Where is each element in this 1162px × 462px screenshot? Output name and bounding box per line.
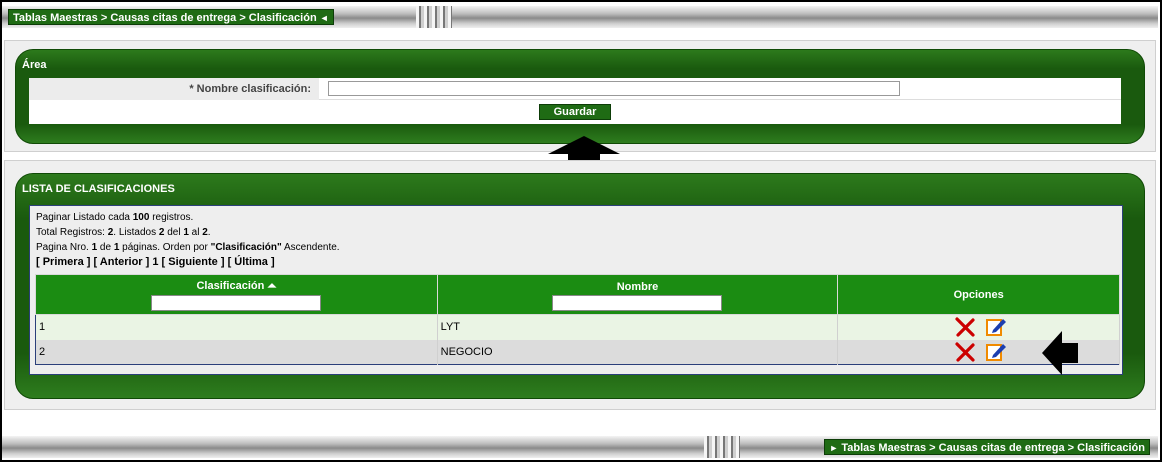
breadcrumb-top[interactable]: Tablas Maestras > Causas citas de entreg… <box>8 9 334 25</box>
bottom-toolbar: ► Tablas Maestras > Causas citas de entr… <box>2 436 1158 458</box>
lista-panel: LISTA DE CLASIFICACIONES Paginar Listado… <box>4 160 1156 410</box>
list-container: Paginar Listado cada 100 registros. Tota… <box>29 205 1123 375</box>
column-nombre[interactable]: Nombre <box>436 274 839 315</box>
table-header-row: Clasificación ⏶ Nombre Opciones <box>35 274 1120 315</box>
column-opciones-label: Opciones <box>953 288 1004 301</box>
cell-clasificacion: 1 <box>35 314 438 340</box>
table-row: 1 LYT <box>35 314 1120 340</box>
area-title: Área <box>22 59 47 71</box>
table-row: 2 NEGOCIO <box>35 339 1120 365</box>
info-line-3: Pagina Nro. 1 de 1 páginas. Orden por "C… <box>36 240 340 255</box>
info-text: . Listados <box>113 227 159 238</box>
cell-nombre: LYT <box>437 314 839 340</box>
area-form: * Nombre clasificación: Guardar <box>29 78 1121 124</box>
edit-icon[interactable] <box>985 317 1007 337</box>
arrow-left-icon <box>1042 331 1078 375</box>
form-row: * Nombre clasificación: <box>29 78 1121 100</box>
info-text: Paginar Listado cada <box>36 212 133 223</box>
edit-icon[interactable] <box>985 342 1007 362</box>
nav-last-link[interactable]: [ Última ] <box>228 256 275 268</box>
info-text: del <box>164 227 184 238</box>
breadcrumb-bottom[interactable]: ► Tablas Maestras > Causas citas de entr… <box>824 439 1150 455</box>
cell-clasificacion: 2 <box>35 339 438 365</box>
column-nombre-label[interactable]: Nombre <box>438 281 838 293</box>
info-text: registros. <box>149 212 194 223</box>
pagination-info: Paginar Listado cada 100 registros. Tota… <box>36 210 340 270</box>
column-clasificacion[interactable]: Clasificación ⏶ <box>35 274 438 315</box>
breadcrumb-text: Tablas Maestras > Causas citas de entreg… <box>841 442 1145 454</box>
info-line-1: Paginar Listado cada 100 registros. <box>36 210 340 225</box>
info-text: Ascendente. <box>281 242 340 253</box>
nombre-clasificacion-label: * Nombre clasificación: <box>29 78 319 100</box>
info-text: Total Registros: <box>36 227 108 238</box>
collapse-left-icon[interactable]: ◄ <box>320 13 329 23</box>
info-text: . <box>207 227 211 238</box>
info-value: "Clasificación" <box>210 242 282 253</box>
info-text: de <box>97 242 114 253</box>
filter-clasificacion-input[interactable] <box>151 295 322 311</box>
info-text: páginas. Orden por <box>119 242 211 253</box>
nav-first-link[interactable]: [ Primera ] <box>36 256 90 268</box>
sort-asc-icon[interactable]: ⏶ <box>267 280 276 292</box>
info-value: 100 <box>132 212 150 223</box>
top-toolbar: Tablas Maestras > Causas citas de entreg… <box>2 6 1158 28</box>
delete-icon[interactable] <box>954 342 976 362</box>
lista-title: LISTA DE CLASIFICACIONES <box>22 183 175 195</box>
column-clasificacion-label[interactable]: Clasificación <box>196 280 264 292</box>
grip-handle-icon[interactable] <box>416 6 452 28</box>
nav-current-page: 1 <box>152 256 159 268</box>
grip-handle-icon[interactable] <box>704 436 740 458</box>
info-line-2: Total Registros: 2. Listados 2 del 1 al … <box>36 225 340 240</box>
expand-right-icon[interactable]: ► <box>829 443 838 453</box>
cell-nombre: NEGOCIO <box>437 339 839 365</box>
nombre-clasificacion-input[interactable] <box>328 81 900 96</box>
save-button[interactable]: Guardar <box>539 104 611 120</box>
nav-prev-link[interactable]: [ Anterior ] <box>93 256 149 268</box>
clasificaciones-table: Clasificación ⏶ Nombre Opciones 1 LYT 2 … <box>35 274 1120 365</box>
breadcrumb-text: Tablas Maestras > Causas citas de entreg… <box>13 12 317 24</box>
column-opciones: Opciones <box>837 274 1120 315</box>
pagination-nav: [ Primera ] [ Anterior ] 1 [ Siguiente ]… <box>36 255 340 270</box>
delete-icon[interactable] <box>954 317 976 337</box>
info-text: al <box>188 227 203 238</box>
nav-next-link[interactable]: [ Siguiente ] <box>162 256 225 268</box>
info-text: Pagina Nro. <box>36 242 92 253</box>
filter-nombre-input[interactable] <box>552 294 723 311</box>
